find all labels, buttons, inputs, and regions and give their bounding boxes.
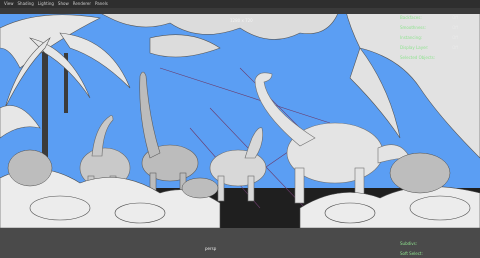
menu-panels[interactable]: Panels [95, 0, 108, 8]
hud-label: Soft Select: [400, 250, 423, 256]
hud-row-instancing: Instancing: Off [400, 32, 458, 42]
hud-value: Off [452, 34, 458, 40]
hud-row-smoothness: Smoothness: Off [400, 22, 458, 32]
hud-row-backfaces: Backfaces: Off [400, 12, 458, 22]
hud-label: Selected Objects: [400, 54, 436, 60]
hud-value: Off [452, 24, 458, 30]
hud-bottom-stats: Subdivs: Soft Select: [400, 238, 458, 258]
hud-row-selected-objects: Selected Objects: [400, 52, 458, 62]
menu-lighting[interactable]: Lighting [38, 0, 54, 8]
hud-value: Off [452, 14, 458, 20]
camera-label: persp [205, 246, 217, 251]
menu-shading[interactable]: Shading [18, 0, 34, 8]
hud-row-soft-select: Soft Select: [400, 248, 458, 258]
hud-label: Backfaces: [400, 14, 422, 20]
hud-label: Instancing: [400, 34, 423, 40]
menu-view[interactable]: View [4, 0, 14, 8]
menu-renderer[interactable]: Renderer [73, 0, 91, 8]
menu-show[interactable]: Show [58, 0, 69, 8]
hud-row-subdivs: Subdivs: [400, 238, 458, 248]
hud-label: Subdivs: [400, 240, 418, 246]
resolution-gate-label: 1280 x 720 [230, 18, 253, 23]
hud-value: Off [452, 44, 458, 50]
hud-row-display-layer: Display Layer: Off [400, 42, 458, 52]
viewport-menubar: View Shading Lighting Show Renderer Pane… [0, 0, 480, 8]
hud-stats-panel: Backfaces: Off Smoothness: Off Instancin… [400, 12, 458, 62]
hud-label: Display Layer: [400, 44, 429, 50]
hud-label: Smoothness: [400, 24, 426, 30]
